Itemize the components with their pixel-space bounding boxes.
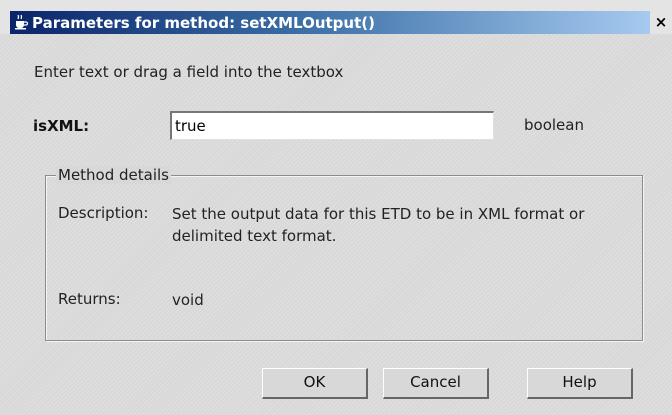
cancel-button[interactable]: Cancel — [383, 368, 489, 399]
parameters-dialog: Parameters for method: setXMLOutput() × … — [0, 0, 672, 415]
instruction-text: Enter text or drag a field into the text… — [34, 63, 344, 81]
java-cup-icon — [13, 14, 29, 30]
description-text: Set the output data for this ETD to be i… — [172, 205, 585, 245]
returns-label: Returns: — [58, 290, 121, 308]
help-button[interactable]: Help — [527, 368, 633, 399]
ok-button[interactable]: OK — [262, 368, 368, 399]
parameter-name-label: isXML: — [33, 117, 90, 135]
close-icon: × — [654, 13, 668, 31]
title-bar[interactable]: Parameters for method: setXMLOutput() × — [0, 0, 672, 34]
description-label: Description: — [58, 204, 149, 222]
returns-value: void — [172, 291, 204, 309]
method-details-legend: Method details — [56, 166, 171, 184]
close-button[interactable]: × — [651, 12, 671, 33]
method-details-group — [45, 175, 643, 341]
parameter-type-label: boolean — [524, 116, 584, 134]
parameter-value-input[interactable] — [170, 111, 494, 140]
window-title: Parameters for method: setXMLOutput() — [32, 14, 375, 32]
